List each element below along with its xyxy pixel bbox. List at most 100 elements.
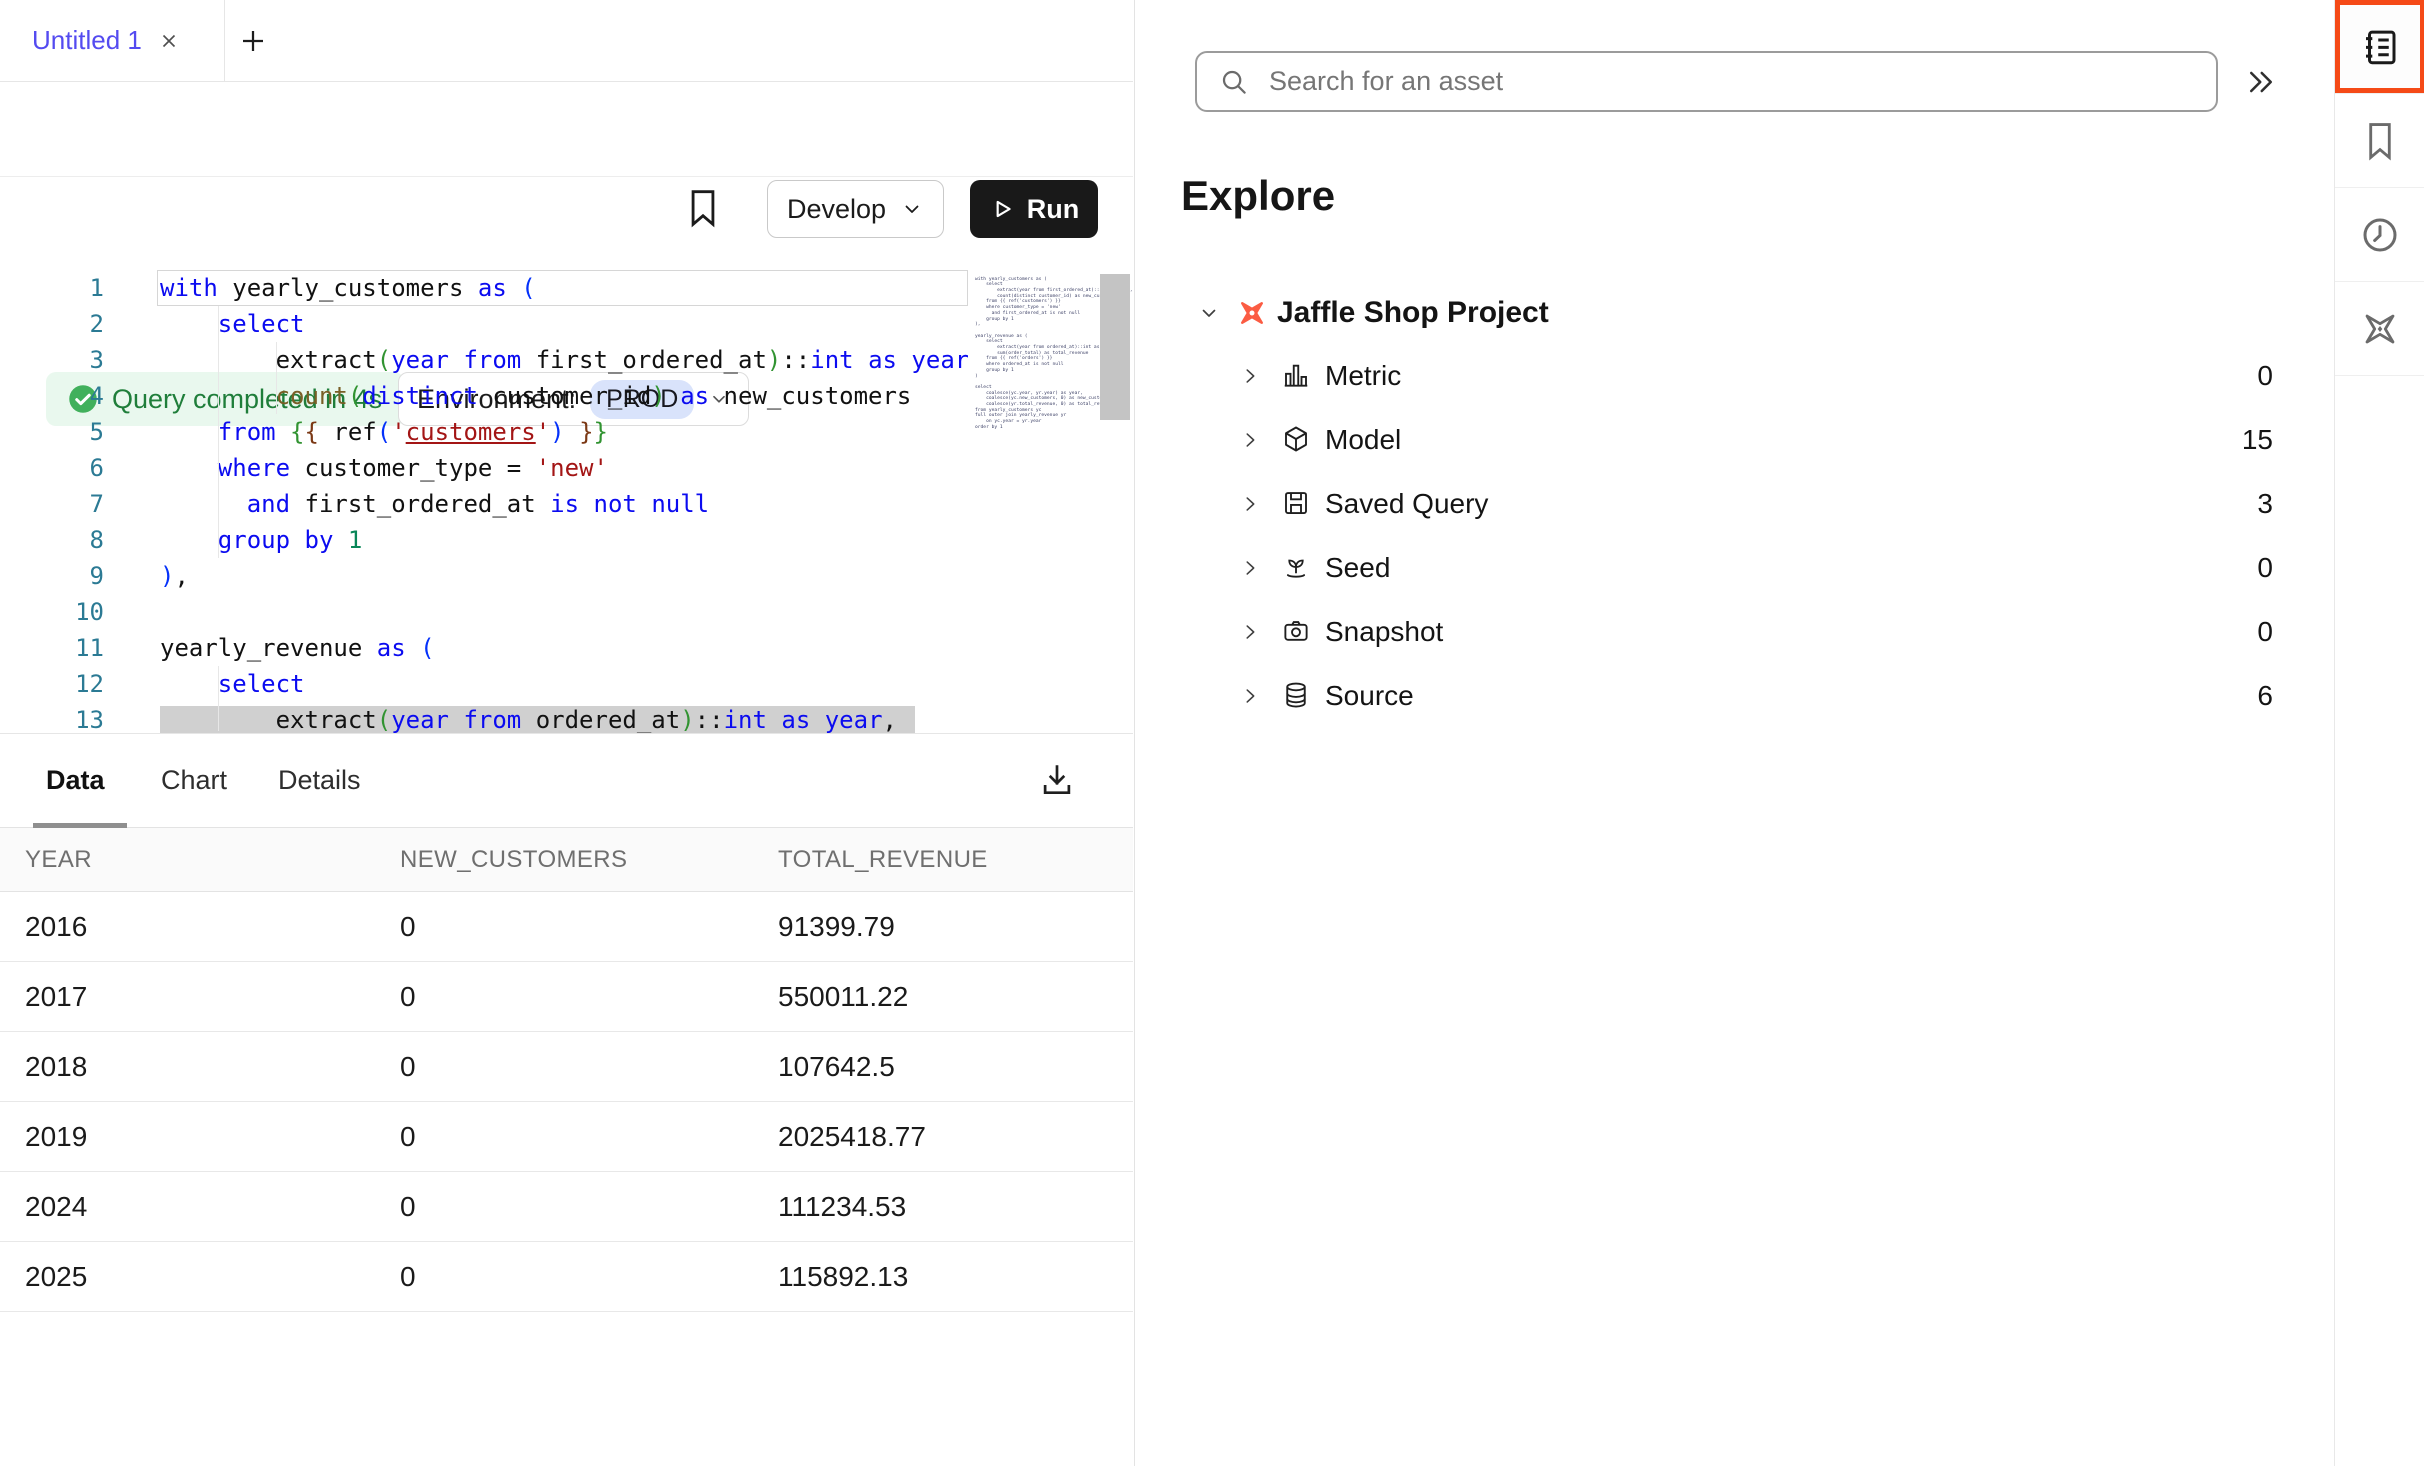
history-tool-button[interactable] xyxy=(2335,188,2424,282)
cube-icon xyxy=(1281,424,1311,454)
tree-item-count: 3 xyxy=(2257,488,2273,520)
table-cell: 2018 xyxy=(0,1032,375,1102)
tree-item-saved-query[interactable]: Saved Query 3 xyxy=(1135,472,2335,536)
results-tab-data[interactable]: Data xyxy=(46,733,105,827)
line-number: 7 xyxy=(0,486,104,522)
table-row[interactable]: 201902025418.77 xyxy=(0,1102,1133,1172)
tree-item-model[interactable]: Model15 xyxy=(1135,408,2335,472)
table-cell: 0 xyxy=(375,962,753,1032)
line-number: 6 xyxy=(0,450,104,486)
editor-scrollbar[interactable] xyxy=(1100,274,1130,420)
code-line[interactable]: ), xyxy=(157,558,968,594)
line-number: 4 xyxy=(0,378,104,414)
tree-item-count: 0 xyxy=(2257,360,2273,392)
chevron-right-icon[interactable] xyxy=(1239,493,1261,515)
sql-editor[interactable]: 12345678910111213 with yearly_customers … xyxy=(0,268,1133,734)
line-number: 10 xyxy=(0,594,104,630)
new-tab-button[interactable] xyxy=(234,22,272,60)
tree-item-count: 6 xyxy=(2257,680,2273,712)
table-row[interactable]: 20180107642.5 xyxy=(0,1032,1133,1102)
tree-item-label: Source xyxy=(1325,680,1414,712)
code-line[interactable]: extract(year from ordered_at)::int as ye… xyxy=(157,702,968,734)
code-line[interactable]: select xyxy=(157,306,968,342)
code-line[interactable]: from {{ ref('customers') }} xyxy=(157,414,968,450)
tree-item-seed[interactable]: Seed 0 xyxy=(1135,536,2335,600)
download-results-button[interactable] xyxy=(1038,761,1076,799)
chevron-right-icon[interactable] xyxy=(1239,621,1261,643)
results-tab-details[interactable]: Details xyxy=(278,733,361,827)
bar-chart-icon xyxy=(1281,360,1311,390)
table-row[interactable]: 20240111234.53 xyxy=(0,1172,1133,1242)
tree-project-row[interactable]: Jaffle Shop Project xyxy=(1135,282,2335,344)
tree-item-metric[interactable]: Metric 0 xyxy=(1135,344,2335,408)
ide-window: Untitled 1 Develop xyxy=(0,0,2424,1466)
tab-bar: Untitled 1 xyxy=(0,0,1133,82)
tree-item-count: 0 xyxy=(2257,552,2273,584)
chevron-down-icon[interactable] xyxy=(1197,301,1221,325)
code-line[interactable]: count(distinct customer_id) as new_custo… xyxy=(157,378,968,414)
status-bar: Query completed in 4s Environment: PROD xyxy=(0,176,1133,268)
column-header: TOTAL_REVENUE xyxy=(753,828,1133,892)
table-cell: 2019 xyxy=(0,1102,375,1172)
clock-icon xyxy=(2360,215,2400,255)
chevron-right-icon[interactable] xyxy=(1239,365,1261,387)
line-number: 9 xyxy=(0,558,104,594)
code-line[interactable]: group by 1 xyxy=(157,522,968,558)
chevron-right-icon[interactable] xyxy=(1239,557,1261,579)
results-tab-bar: Data Chart Details xyxy=(0,733,1133,828)
code-line[interactable]: select xyxy=(157,666,968,702)
table-row[interactable]: 20170550011.22 xyxy=(0,962,1133,1032)
code-line[interactable]: with yearly_customers as ( xyxy=(157,270,968,306)
indent-guide xyxy=(218,666,219,731)
code-line[interactable] xyxy=(157,594,968,630)
tree-item-source[interactable]: Source 6 xyxy=(1135,664,2335,728)
double-chevron-right-icon xyxy=(2243,64,2279,100)
code-line[interactable]: extract(year from first_ordered_at)::int… xyxy=(157,342,968,378)
studio-notebook-tool-button[interactable] xyxy=(2335,0,2424,94)
tree-item-count: 0 xyxy=(2257,616,2273,648)
tree-item-snapshot[interactable]: Snapshot0 xyxy=(1135,600,2335,664)
table-cell: 0 xyxy=(375,1032,753,1102)
results-tab-chart[interactable]: Chart xyxy=(161,733,227,827)
line-number: 11 xyxy=(0,630,104,666)
table-cell: 91399.79 xyxy=(753,892,1133,962)
line-number: 13 xyxy=(0,702,104,734)
line-number: 3 xyxy=(0,342,104,378)
code-line[interactable]: and first_ordered_at is not null xyxy=(157,486,968,522)
table-row[interactable]: 20250115892.13 xyxy=(0,1242,1133,1312)
database-icon xyxy=(1281,680,1311,710)
close-tab-icon[interactable] xyxy=(158,30,180,52)
code-line[interactable]: where customer_type = 'new' xyxy=(157,450,968,486)
results-table-header: YEARNEW_CUSTOMERSTOTAL_REVENUE xyxy=(0,828,1133,892)
table-cell: 2025418.77 xyxy=(753,1102,1133,1172)
table-cell: 2017 xyxy=(0,962,375,1032)
editor-minimap[interactable]: with yearly_customers as ( select extrac… xyxy=(975,277,1095,431)
table-cell: 0 xyxy=(375,1242,753,1312)
tab-title: Untitled 1 xyxy=(32,25,142,56)
tree-item-label: Metric xyxy=(1325,360,1401,392)
collapse-panel-button[interactable] xyxy=(2243,64,2279,100)
table-cell: 115892.13 xyxy=(753,1242,1133,1312)
code-area[interactable]: with yearly_customers as ( select extrac… xyxy=(157,270,968,734)
line-number-gutter: 12345678910111213 xyxy=(0,270,104,734)
asset-search-box[interactable] xyxy=(1195,51,2218,112)
asset-tree: Jaffle Shop Project Metric0Model15Saved … xyxy=(1135,282,2335,728)
tree-item-label: Seed xyxy=(1325,552,1390,584)
table-cell: 550011.22 xyxy=(753,962,1133,1032)
explore-heading: Explore xyxy=(1181,172,1335,220)
dbt-copilot-tool-button[interactable] xyxy=(2335,282,2424,376)
chevron-right-icon[interactable] xyxy=(1239,429,1261,451)
code-line[interactable]: yearly_revenue as ( xyxy=(157,630,968,666)
notebook-icon xyxy=(2359,26,2401,68)
plus-icon xyxy=(238,26,268,56)
table-cell: 0 xyxy=(375,1172,753,1242)
sprout-icon xyxy=(1281,552,1311,582)
editor-panel: Untitled 1 Develop xyxy=(0,0,1133,1466)
search-input[interactable] xyxy=(1267,65,2194,98)
chevron-right-icon[interactable] xyxy=(1239,685,1261,707)
bookmark-icon xyxy=(2362,121,2398,161)
table-row[interactable]: 2016091399.79 xyxy=(0,892,1133,962)
tree-item-label: Saved Query xyxy=(1325,488,1488,520)
tab-untitled-1[interactable]: Untitled 1 xyxy=(0,0,225,81)
bookmarks-tool-button[interactable] xyxy=(2335,94,2424,188)
